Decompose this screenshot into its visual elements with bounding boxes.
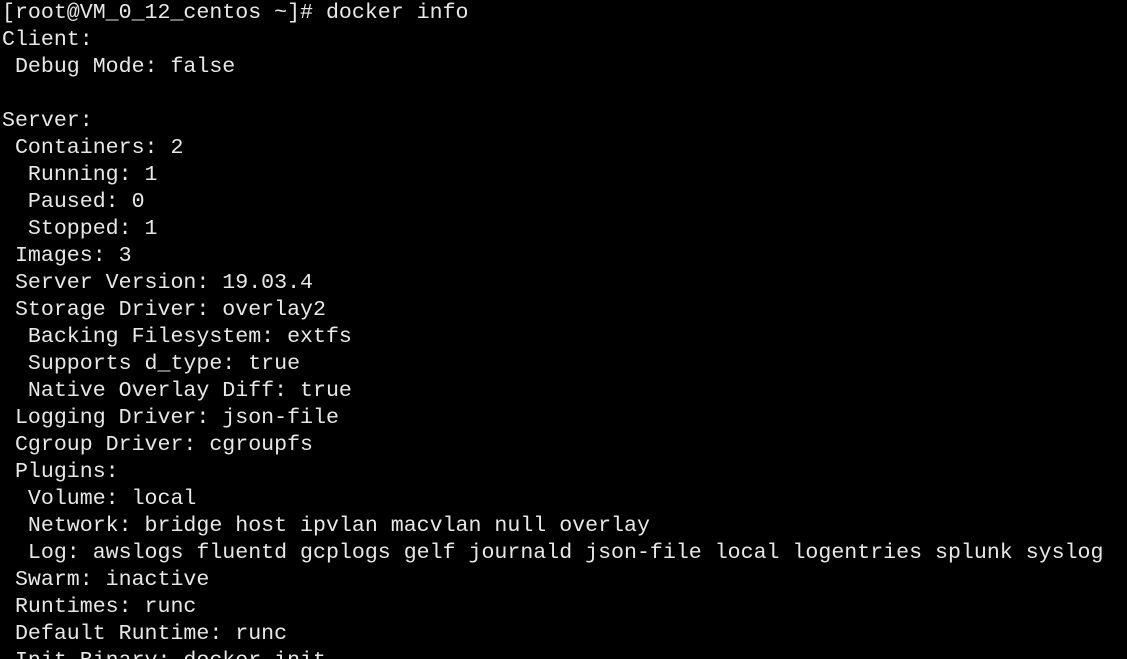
output-line-log: Log: awslogs fluentd gcplogs gelf journa…: [2, 541, 1104, 565]
output-line-default-runtime: Default Runtime: runc: [2, 622, 288, 646]
output-line-plugins: Plugins:: [2, 460, 119, 484]
output-line-running: Running: 1: [2, 163, 158, 187]
terminal-output: [root@VM_0_12_centos ~]# docker info Cli…: [2, 0, 1103, 659]
output-line-native-overlay-diff: Native Overlay Diff: true: [2, 379, 352, 403]
terminal-window[interactable]: [root@VM_0_12_centos ~]# docker info Cli…: [0, 0, 1127, 659]
output-line-debug-mode: Debug Mode: false: [2, 55, 236, 79]
output-line-swarm: Swarm: inactive: [2, 568, 210, 592]
output-line-containers: Containers: 2: [2, 136, 184, 160]
output-line-cgroup-driver: Cgroup Driver: cgroupfs: [2, 433, 314, 457]
output-line-stopped: Stopped: 1: [2, 217, 158, 241]
output-line-backing-filesystem: Backing Filesystem: extfs: [2, 325, 352, 349]
output-line-init-binary: Init Binary: docker-init: [2, 648, 1103, 659]
output-line-server: Server:: [2, 109, 93, 133]
output-line-client: Client:: [2, 28, 93, 52]
output-line-storage-driver: Storage Driver: overlay2: [2, 298, 326, 322]
command-prompt-line: [root@VM_0_12_centos ~]# docker info: [2, 1, 469, 25]
output-line-paused: Paused: 0: [2, 190, 145, 214]
output-line-network: Network: bridge host ipvlan macvlan null…: [2, 514, 650, 538]
output-line-images: Images: 3: [2, 244, 132, 268]
output-line-server-version: Server Version: 19.03.4: [2, 271, 314, 295]
output-line-supports-d-type: Supports d_type: true: [2, 352, 301, 376]
output-line-blank: [2, 81, 1103, 108]
output-line-volume: Volume: local: [2, 487, 197, 511]
output-line-runtimes: Runtimes: runc: [2, 595, 197, 619]
output-line-logging-driver: Logging Driver: json-file: [2, 406, 339, 430]
